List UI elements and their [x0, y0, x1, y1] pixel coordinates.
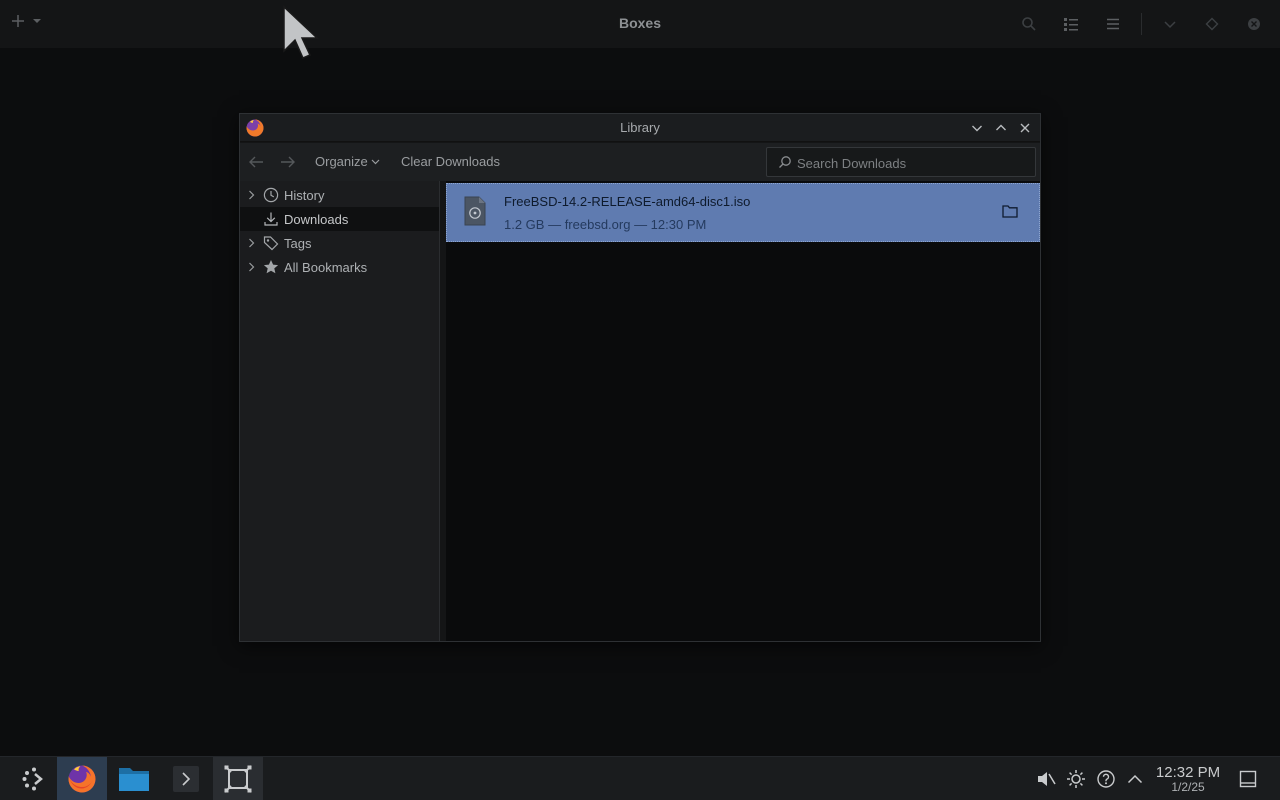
window-maximize-button[interactable] — [992, 119, 1010, 137]
sidebar-item-history[interactable]: History — [240, 183, 439, 207]
brightness-icon[interactable] — [1066, 769, 1086, 789]
taskbar-boxes[interactable] — [213, 757, 263, 800]
search-downloads-field[interactable] — [766, 147, 1036, 177]
search-icon — [1022, 17, 1036, 31]
library-sidebar: History Downloads Tags All Bookmarks — [240, 181, 440, 641]
files-icon — [119, 767, 149, 791]
boxes-icon — [224, 764, 252, 793]
chevron-up-icon — [996, 124, 1006, 131]
sidebar-item-label: Tags — [284, 236, 312, 251]
window-titlebar[interactable]: Library — [240, 114, 1040, 142]
firefox-icon — [68, 765, 96, 792]
close-button[interactable] — [1240, 12, 1268, 36]
close-circle-icon — [1248, 18, 1260, 30]
taskbar-terminal[interactable] — [161, 757, 211, 800]
terminal-icon — [173, 765, 199, 792]
header-right-group — [1001, 12, 1268, 36]
sidebar-item-label: All Bookmarks — [284, 260, 368, 275]
window-controls — [968, 119, 1034, 137]
chevron-down-icon — [371, 159, 380, 164]
diamond-icon — [1205, 17, 1219, 31]
sidebar-item-label: History — [284, 188, 325, 203]
clock-time: 12:32 PM — [1155, 764, 1221, 781]
sidebar-item-tags[interactable]: Tags — [240, 231, 439, 255]
header-separator — [1141, 13, 1142, 35]
taskbar-clock[interactable]: 12:32 PM 1/2/25 — [1152, 764, 1224, 794]
sidebar-item-label: Downloads — [284, 212, 349, 227]
hamburger-menu-icon — [1107, 18, 1119, 30]
open-folder-icon[interactable] — [1002, 204, 1018, 218]
library-toolbar: Organize Clear Downloads — [240, 143, 1040, 181]
search-button[interactable] — [1015, 12, 1043, 36]
chevron-down-icon — [972, 125, 982, 132]
arrow-right-icon — [281, 156, 295, 168]
download-details: 1.2 GB — freebsd.org — 12:30 PM — [504, 217, 707, 232]
star-icon — [263, 259, 279, 275]
list-view-button[interactable] — [1057, 12, 1085, 36]
disc-image-file-icon — [463, 196, 487, 226]
mouse-pointer-icon — [281, 5, 319, 61]
maximize-button[interactable] — [1198, 12, 1226, 36]
volume-muted-icon[interactable] — [1036, 769, 1056, 789]
downloads-list: FreeBSD-14.2-RELEASE-amd64-disc1.iso 1.2… — [446, 181, 1040, 641]
forward-button[interactable] — [278, 153, 298, 171]
menu-button[interactable] — [1099, 12, 1127, 36]
taskbar: 12:32 PM 1/2/25 — [0, 756, 1280, 800]
organize-menu-button[interactable]: Organize — [315, 154, 380, 169]
close-icon — [1020, 123, 1030, 133]
expand-chevron-icon[interactable] — [248, 238, 255, 248]
library-window: Library Organize Clear Downloads Search … — [239, 113, 1041, 642]
taskbar-app-launcher[interactable] — [9, 757, 59, 800]
search-downloads-input[interactable] — [797, 154, 1027, 172]
window-close-button[interactable] — [1016, 119, 1034, 137]
tags-icon — [263, 235, 280, 251]
chevron-down-icon — [1164, 21, 1176, 29]
app-launcher-icon — [22, 767, 43, 790]
expand-tray-icon[interactable] — [1125, 769, 1145, 789]
back-button[interactable] — [246, 153, 266, 171]
clock-date: 1/2/25 — [1171, 780, 1205, 794]
organize-label: Organize — [315, 154, 368, 169]
window-minimize-button[interactable] — [968, 119, 986, 137]
clock-icon — [263, 187, 279, 203]
clear-downloads-button[interactable]: Clear Downloads — [401, 154, 500, 169]
minimize-button[interactable] — [1156, 12, 1184, 36]
list-view-icon — [1064, 18, 1078, 31]
taskbar-firefox[interactable] — [57, 757, 107, 800]
search-icon — [778, 155, 792, 169]
help-icon[interactable] — [1096, 769, 1116, 789]
taskbar-files[interactable] — [109, 757, 159, 800]
arrow-left-icon — [249, 156, 263, 168]
download-icon — [263, 211, 279, 227]
download-item[interactable]: FreeBSD-14.2-RELEASE-amd64-disc1.iso 1.2… — [446, 183, 1040, 242]
boxes-header: Boxes — [0, 0, 1280, 48]
show-desktop-icon[interactable] — [1238, 769, 1258, 789]
expand-chevron-icon[interactable] — [248, 190, 255, 200]
download-filename: FreeBSD-14.2-RELEASE-amd64-disc1.iso — [504, 194, 751, 209]
window-title: Library — [620, 120, 660, 135]
expand-chevron-icon[interactable] — [248, 262, 255, 272]
sidebar-item-all-bookmarks[interactable]: All Bookmarks — [240, 255, 439, 279]
sidebar-item-downloads[interactable]: Downloads — [240, 207, 439, 231]
